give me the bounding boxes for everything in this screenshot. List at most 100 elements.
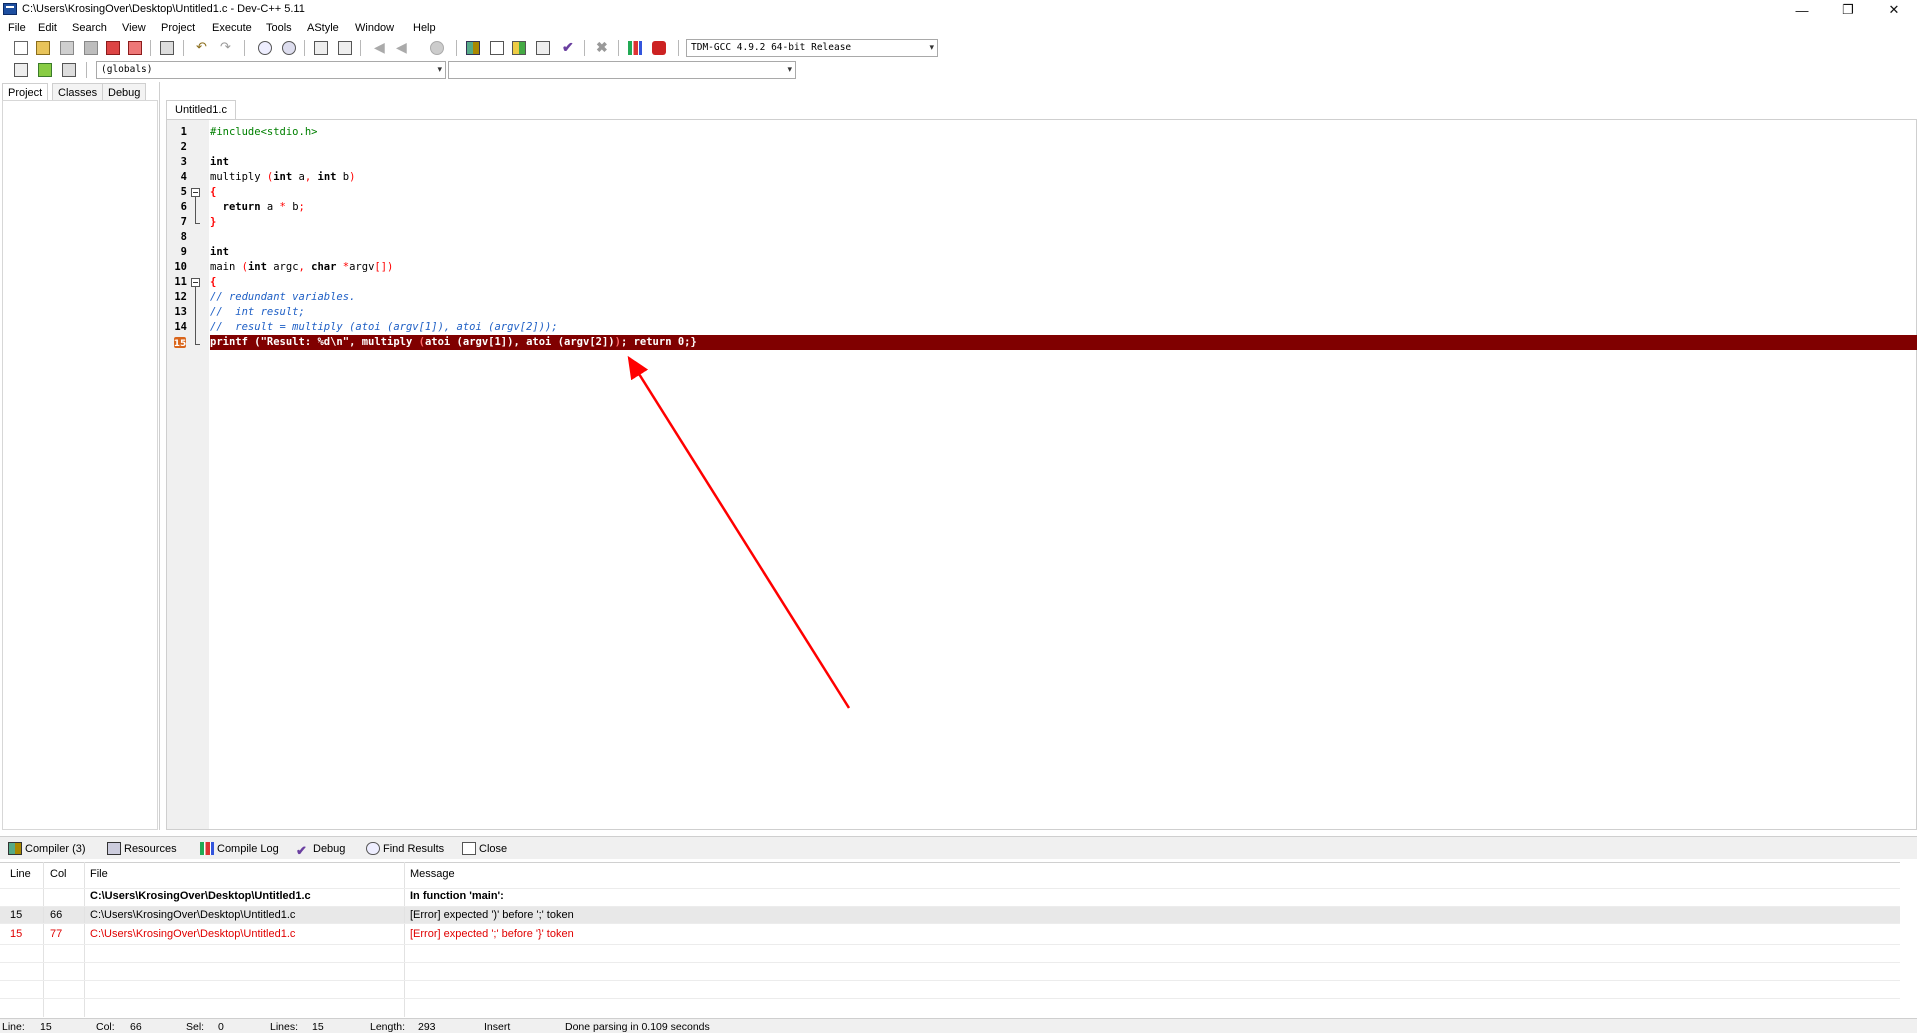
save-icon[interactable] — [60, 41, 74, 55]
find-icon[interactable] — [258, 41, 272, 55]
column-header-col[interactable]: Col — [50, 868, 67, 880]
close-panel-icon — [462, 842, 476, 855]
status-length-label: Length: — [370, 1021, 406, 1033]
status-lines-value: 15 — [312, 1021, 324, 1033]
tab-debug-output[interactable]: ✔ Debug — [296, 840, 345, 858]
close-file-icon[interactable] — [106, 41, 120, 55]
menu-execute[interactable]: Execute — [212, 22, 252, 34]
editor-tab-untitled1[interactable]: Untitled1.c — [166, 100, 236, 119]
message-text[interactable]: [Error] expected ')' before ';' token — [410, 909, 574, 921]
code-line-13: // int result; — [210, 306, 305, 318]
chevron-down-icon: ▾ — [787, 65, 792, 75]
tab-close[interactable]: Close — [462, 840, 507, 858]
restore-button[interactable]: ❐ — [1825, 0, 1871, 20]
message-file[interactable]: C:\Users\KrosingOver\Desktop\Untitled1.c — [90, 890, 311, 902]
column-header-file[interactable]: File — [90, 868, 108, 880]
menu-help[interactable]: Help — [413, 22, 436, 34]
project-tree[interactable] — [2, 100, 158, 830]
tab-debug[interactable]: Debug — [102, 83, 147, 101]
close-all-icon[interactable] — [128, 41, 142, 55]
menu-tools[interactable]: Tools — [266, 22, 292, 34]
code-line-1: #include<stdio.h> — [210, 126, 318, 138]
message-text[interactable]: [Error] expected ';' before '}' token — [410, 928, 574, 940]
message-file[interactable]: C:\Users\KrosingOver\Desktop\Untitled1.c — [90, 909, 295, 921]
svg-text:15: 15 — [174, 339, 186, 348]
fold-toggle-icon[interactable] — [191, 188, 200, 197]
run-icon[interactable] — [490, 41, 504, 55]
message-text[interactable]: In function 'main': — [410, 890, 504, 902]
rebuild-icon[interactable] — [536, 41, 550, 55]
message-line[interactable]: 15 — [10, 928, 22, 940]
code-line-9: int — [210, 246, 229, 258]
message-line[interactable]: 15 — [10, 909, 22, 921]
goto-icon[interactable] — [38, 63, 52, 77]
close-window-button[interactable]: ✕ — [1871, 0, 1917, 20]
stop-icon[interactable]: ✖ — [596, 40, 610, 55]
fold-toggle-icon[interactable] — [191, 278, 200, 287]
menu-project[interactable]: Project — [161, 22, 195, 34]
chevron-down-icon: ▾ — [929, 43, 934, 53]
status-col-value: 66 — [130, 1021, 142, 1033]
profile-icon[interactable] — [628, 41, 642, 55]
forward-icon[interactable]: ◀ — [396, 40, 410, 55]
title-bar: C:\Users\KrosingOver\Desktop\Untitled1.c… — [0, 0, 1917, 20]
message-col[interactable]: 66 — [50, 909, 62, 921]
syntax-check-icon[interactable]: ✔ — [562, 40, 576, 55]
scope-select[interactable]: (globals) ▾ — [96, 61, 446, 79]
message-col[interactable]: 77 — [50, 928, 62, 940]
compile-icon[interactable] — [466, 41, 480, 55]
menu-astyle[interactable]: AStyle — [307, 22, 339, 34]
delete-profile-icon[interactable] — [652, 41, 666, 55]
menu-file[interactable]: File — [8, 22, 26, 34]
print-icon[interactable] — [160, 41, 174, 55]
tab-find-results[interactable]: Find Results — [366, 840, 444, 858]
tab-project[interactable]: Project — [2, 83, 49, 101]
tab-compiler[interactable]: Compiler (3) — [8, 840, 86, 858]
status-lines-label: Lines: — [270, 1021, 299, 1033]
minimize-button[interactable]: — — [1779, 0, 1825, 20]
code-line-5: { — [210, 186, 217, 198]
redo-icon[interactable]: ↷ — [220, 40, 234, 55]
compiler-select-value: TDM-GCC 4.9.2 64-bit Release — [691, 42, 852, 53]
indent-icon[interactable] — [314, 41, 328, 55]
compile-log-icon — [200, 842, 214, 855]
status-mode: Insert — [484, 1021, 511, 1033]
code-editor[interactable] — [166, 119, 1917, 830]
tab-classes[interactable]: Classes — [52, 83, 104, 101]
line-number: 9 — [180, 246, 187, 258]
menu-edit[interactable]: Edit — [38, 22, 57, 34]
unindent-icon[interactable] — [338, 41, 352, 55]
line-number: 5 — [180, 186, 187, 198]
code-line-14: // result = multiply (atoi (argv[1]), at… — [210, 321, 558, 333]
class-toolbar: (globals) ▾ ▾ — [0, 60, 800, 81]
line-number: 13 — [174, 306, 187, 318]
new-file-icon[interactable] — [14, 41, 28, 55]
open-file-icon[interactable] — [36, 41, 50, 55]
status-line-value: 15 — [40, 1021, 52, 1033]
column-header-message[interactable]: Message — [410, 868, 455, 880]
menu-view[interactable]: View — [122, 22, 146, 34]
tab-resources[interactable]: Resources — [107, 840, 177, 858]
find-results-icon — [366, 842, 380, 855]
insert-icon[interactable] — [14, 63, 28, 77]
compile-run-icon[interactable] — [512, 41, 526, 55]
replace-icon[interactable] — [282, 41, 296, 55]
line-number: 6 — [180, 201, 187, 213]
main-toolbar: ↶ ↷ ◀ ◀ ✔ ✖ TDM-GCC 4.9.2 64-bit Release… — [0, 38, 940, 58]
tab-compile-log[interactable]: Compile Log — [200, 840, 279, 858]
menu-window[interactable]: Window — [355, 22, 394, 34]
message-file[interactable]: C:\Users\KrosingOver\Desktop\Untitled1.c — [90, 928, 295, 940]
compiler-select[interactable]: TDM-GCC 4.9.2 64-bit Release ▾ — [686, 39, 938, 57]
code-line-12: // redundant variables. — [210, 291, 356, 303]
undo-icon[interactable]: ↶ — [196, 40, 210, 55]
line-number: 8 — [180, 231, 187, 243]
save-all-icon[interactable] — [84, 41, 98, 55]
column-header-line[interactable]: Line — [10, 868, 31, 880]
menu-search[interactable]: Search — [72, 22, 107, 34]
toggle-bookmark-icon[interactable] — [62, 63, 76, 77]
bookmark-icon[interactable] — [430, 41, 444, 55]
resources-icon — [107, 842, 121, 855]
member-select[interactable]: ▾ — [448, 61, 796, 79]
code-line-3: int — [210, 156, 229, 168]
back-icon[interactable]: ◀ — [374, 40, 388, 55]
